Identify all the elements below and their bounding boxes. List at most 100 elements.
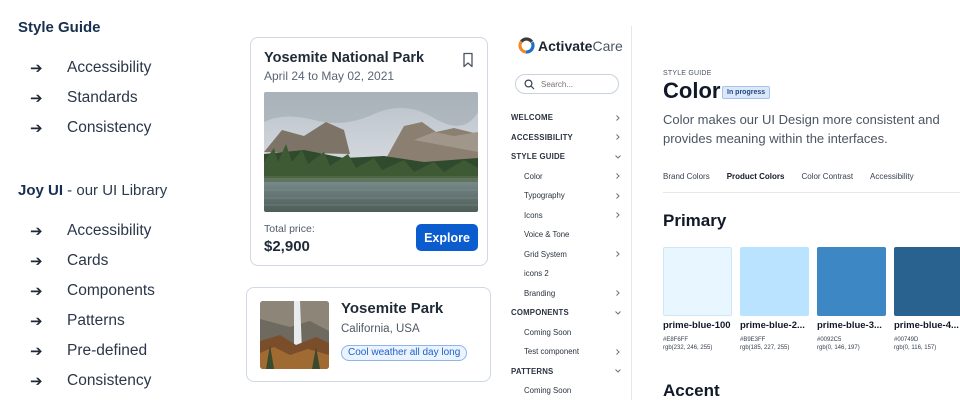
main-content: STYLE GUIDE Color In progress Color make… [632,0,960,420]
tab-product-colors[interactable]: Product Colors [727,172,785,181]
chevron-down-icon [615,154,621,159]
weather-chip[interactable]: Cool weather all day long [341,345,468,361]
card-title: Yosemite Park [341,300,444,317]
color-swatch[interactable] [740,247,809,316]
list-item: ➔ Consistency [30,113,151,143]
chevron-right-icon [616,192,620,199]
sidebar-item-grid-system[interactable]: Grid System [503,245,625,265]
search-input[interactable] [541,79,611,89]
card-title: Yosemite National Park [264,50,425,66]
list-item: ➔ Consistency [30,366,155,396]
swatch-rgb: rgb(0, 146, 197) [817,345,860,351]
sidebar-item-components[interactable]: COMPONENTS [503,303,625,323]
logo-text-bold: Activate [538,37,593,54]
arrow-icon: ➔ [30,89,43,107]
sidebar-item-coming-soon[interactable]: Coming Soon [503,381,625,401]
list-item-label: Components [67,282,155,299]
sidebar-item-accessibility[interactable]: ACCESSIBILITY [503,128,625,148]
list-item: ➔ Patterns [30,306,155,336]
tab-brand-colors[interactable]: Brand Colors [663,172,710,181]
arrow-icon: ➔ [30,372,43,390]
tab-color-contrast[interactable]: Color Contrast [801,172,853,181]
list-item-label: Accessibility [67,222,152,239]
chevron-right-icon [616,290,620,297]
arrow-icon: ➔ [30,282,43,300]
sidebar-item-coming-soon[interactable]: Coming Soon [503,323,625,343]
swatch-hex: #0092C5 [817,337,842,343]
sidebar-item-label: ACCESSIBILITY [511,132,573,142]
sidebar-item-label: Grid System [524,249,567,259]
search-icon [524,78,535,89]
sidebar-item-icons[interactable]: Icons [503,206,625,226]
list-item: ➔ Pre-defined [30,336,155,366]
sidebar-item-label: Coming Soon [524,327,572,337]
sidebar-item-label: Color [524,171,543,181]
chevron-down-icon [615,310,621,315]
page-title: Color [663,78,721,103]
swatch-hex: #E8F6FF [663,337,689,343]
sidebar-item-label: COMPONENTS [511,308,569,318]
swatch-name: prime-blue-2... [740,320,805,331]
sidebar-item-label: PATTERNS [511,366,554,376]
explore-button[interactable]: Explore [416,224,478,251]
swatch-rgb: rgb(185, 227, 255) [740,345,790,351]
color-swatch[interactable] [817,247,886,316]
sidebar-item-label: STYLE GUIDE [511,152,566,162]
list-item-label: Consistency [67,372,152,389]
park-card[interactable]: Yosemite National Park April 24 to May 0… [250,37,488,266]
app-logo[interactable]: Activate Care [518,37,623,54]
chevron-right-icon [616,173,620,180]
card-dates: April 24 to May 02, 2021 [264,69,395,83]
sidebar-item-patterns[interactable]: PATTERNS [503,362,625,382]
price-value: $2,900 [264,238,310,255]
style-guide-heading: Style Guide [18,19,101,36]
sidebar-item-style-guide[interactable]: STYLE GUIDE [503,147,625,167]
joy-ui-heading: Joy UI - our UI Library [18,182,168,199]
arrow-icon: ➔ [30,119,43,137]
breadcrumb[interactable]: STYLE GUIDE [663,70,712,77]
swatch-hex: #B9E3FF [740,337,766,343]
sidebar-item-color[interactable]: Color [503,167,625,187]
page-description: Color makes our UI Design more consisten… [663,112,940,146]
waterfall-image [260,301,329,369]
color-swatch[interactable] [663,247,732,316]
primary-heading: Primary [663,211,727,230]
logo-text-light: Care [592,37,623,54]
sidebar-item-branding[interactable]: Branding [503,284,625,304]
chevron-right-icon [616,114,620,121]
sidebar-item-welcome[interactable]: WELCOME [503,108,625,128]
yosemite-valley-image [264,92,478,212]
sidebar-item-voice-tone[interactable]: Voice & Tone [503,225,625,245]
park-card-horizontal[interactable]: Yosemite Park California, USA Cool weath… [246,287,491,382]
list-item: ➔ Accessibility [30,53,151,83]
sidebar-item-label: Branding [524,288,556,298]
swatch-rgb: rgb(0, 116, 157) [894,345,937,351]
arrow-icon: ➔ [30,252,43,270]
status-badge: In progress [722,86,771,99]
sidebar-item-label: Test component [524,347,580,357]
bookmark-icon[interactable] [461,52,475,68]
swatch-name: prime-blue-4... [894,320,959,331]
search-box[interactable] [515,74,619,94]
list-item-label: Accessibility [67,59,152,76]
joy-ui-list: ➔ Accessibility ➔ Cards ➔ Components ➔ Patterns… [30,216,155,396]
list-item: ➔ Components [30,276,155,306]
sidebar-item-typography[interactable]: Typography [503,186,625,206]
style-guide-list: ➔ Accessibility ➔ Standards ➔ Consistency [30,53,151,143]
list-item: ➔ Cards [30,246,155,276]
color-swatch[interactable] [894,247,960,316]
sidebar-item-label: Voice & Tone [524,230,570,240]
sidebar-item-label: Typography [524,191,565,201]
list-item: ➔ Standards [30,83,151,113]
sidebar-item-label: Coming Soon [524,386,572,396]
arrow-icon: ➔ [30,59,43,77]
list-item-label: Pre-defined [67,342,148,359]
sidebar-item-label: icons 2 [524,269,549,279]
list-item-label: Standards [67,89,138,106]
sidebar-nav: WELCOME ACCESSIBILITY STYLE GUIDE Color Typo… [503,108,625,401]
tab-accessibility[interactable]: Accessibility [870,172,914,181]
sidebar-item-test-component[interactable]: Test component [503,342,625,362]
outline-panel: Style Guide ➔ Accessibility ➔ Standards ➔ Con… [0,0,240,420]
swatch-name: prime-blue-3... [817,320,882,331]
sidebar-item-icons-2[interactable]: icons 2 [503,264,625,284]
